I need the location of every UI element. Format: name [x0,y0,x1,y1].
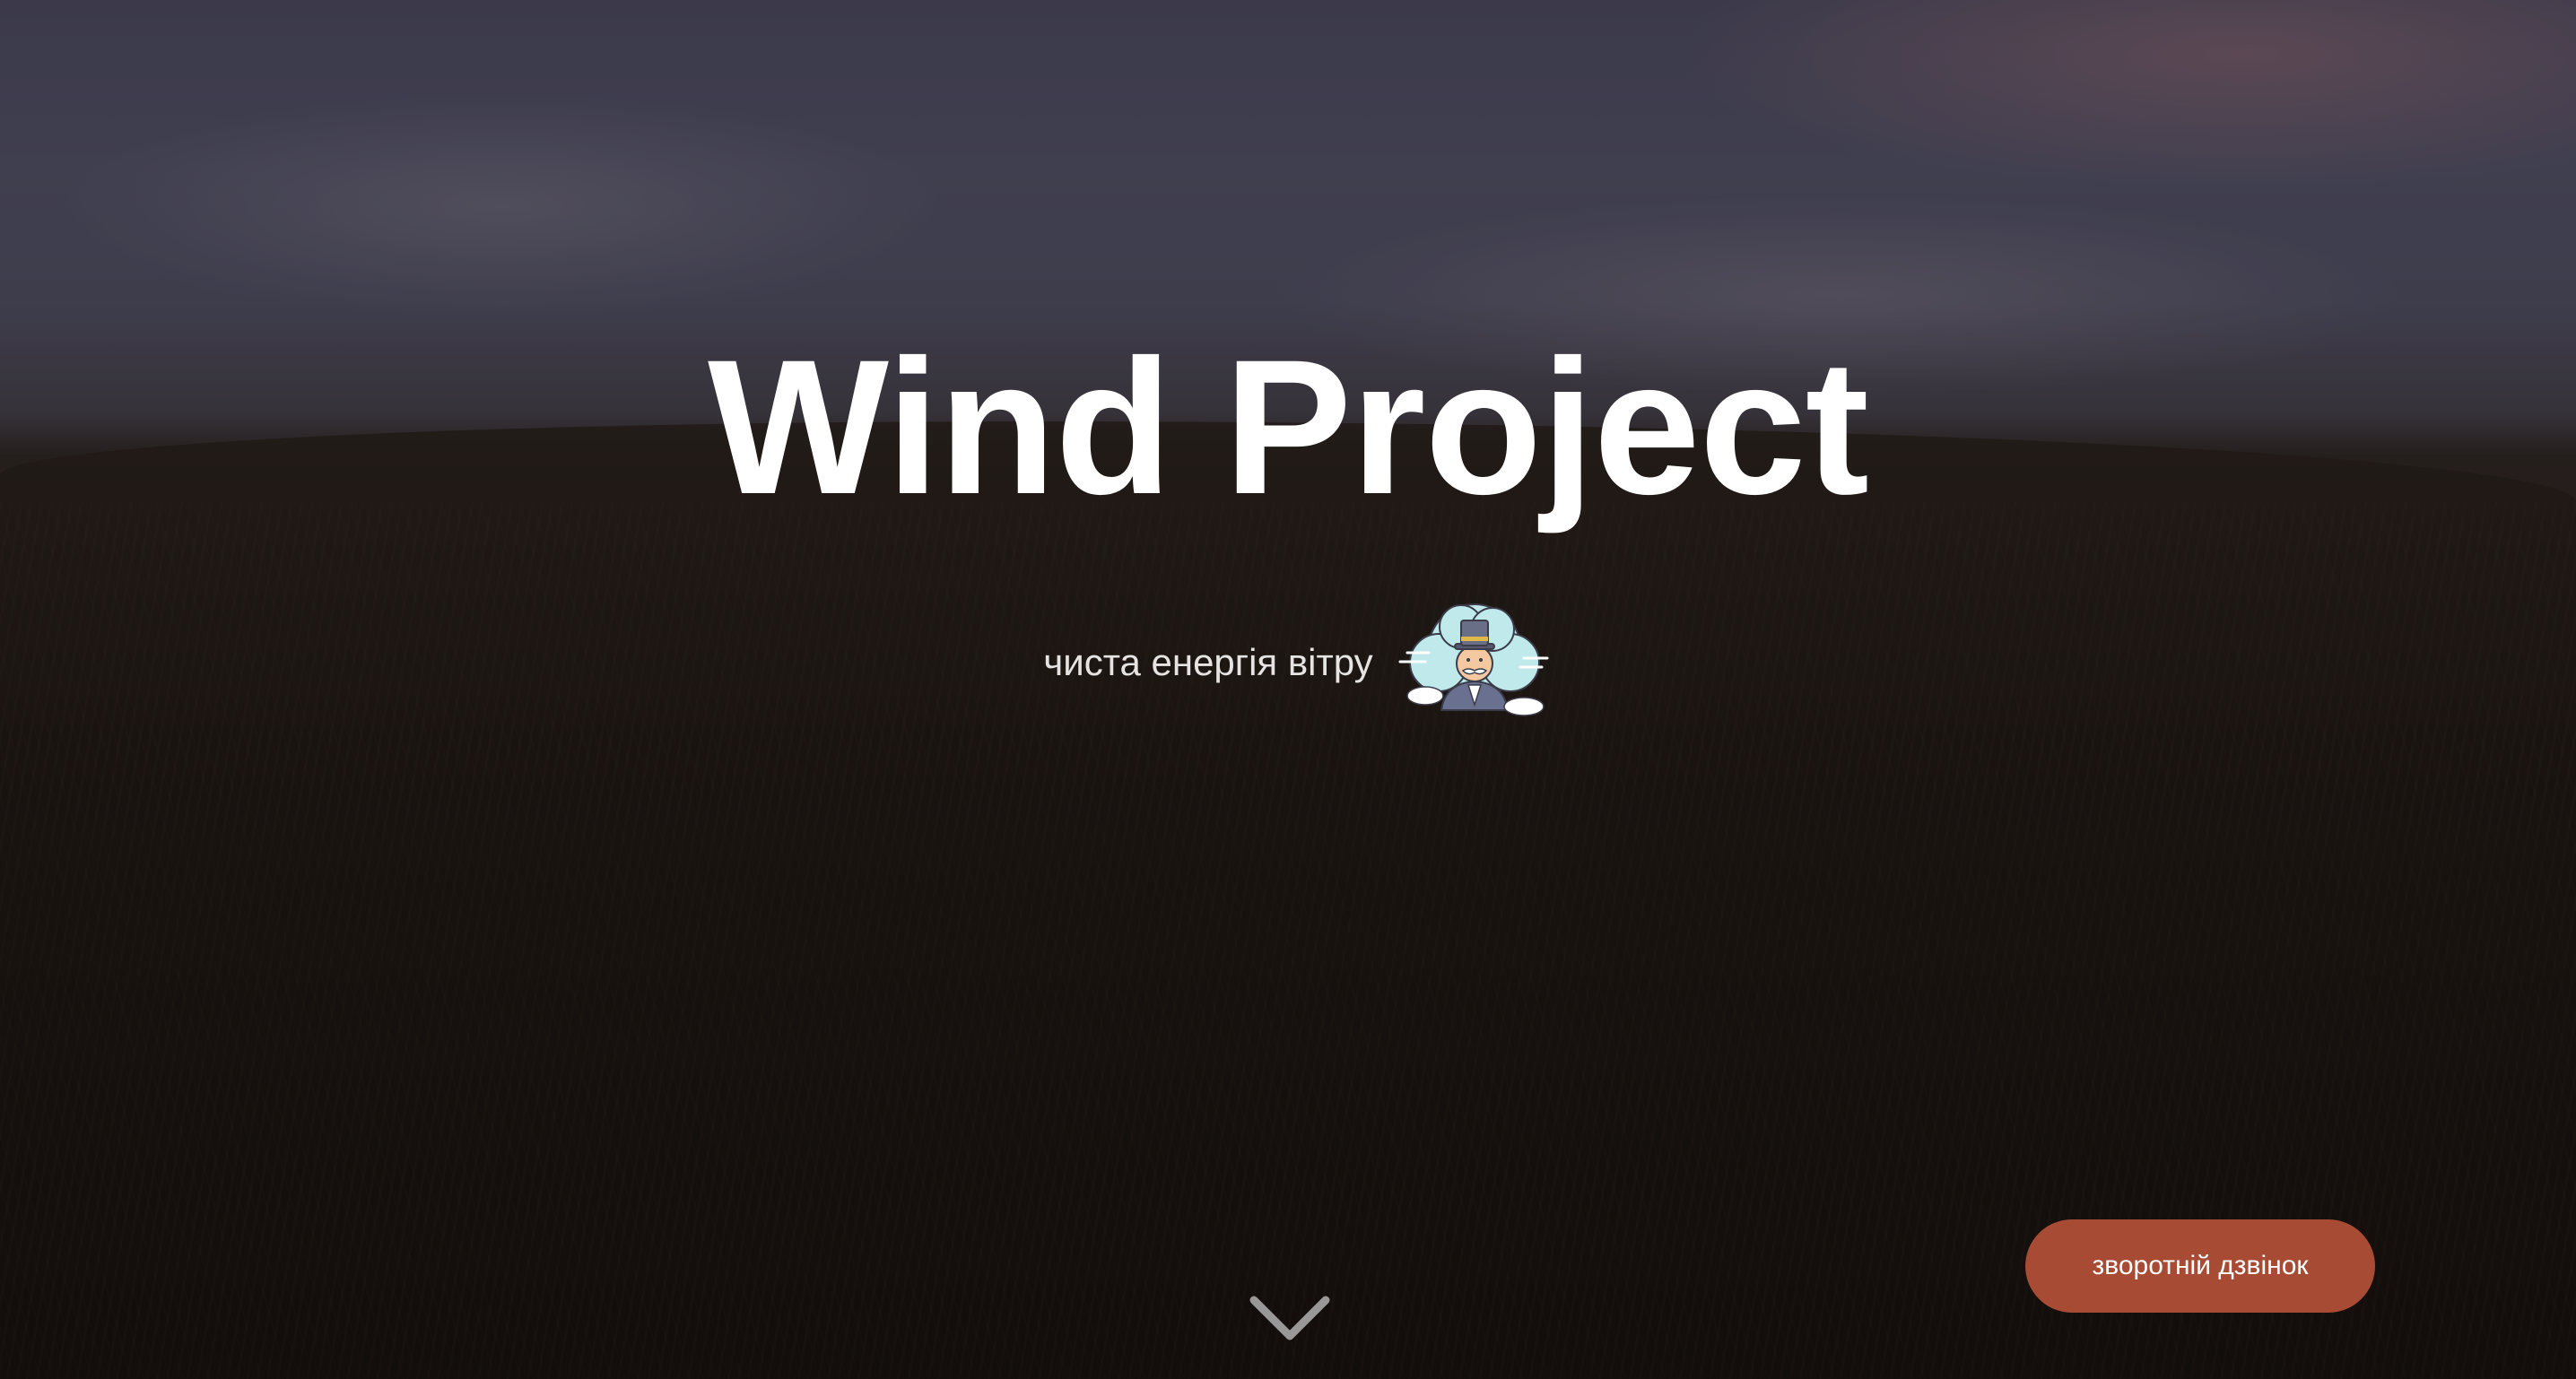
subtitle-row: чиста енергія вітру [0,595,2576,730]
hero-title: Wind Project [708,320,1869,534]
callback-button[interactable]: зворотній дзвінок [2025,1219,2375,1313]
chevron-down-icon[interactable] [1247,1291,1333,1349]
hero-subtitle: чиста енергія вітру [1043,641,1373,683]
top-hat-gentleman-cloud-icon [1398,603,1549,716]
hero-section: Wind Project чиста енергія вітру зворотн… [0,0,2576,1379]
